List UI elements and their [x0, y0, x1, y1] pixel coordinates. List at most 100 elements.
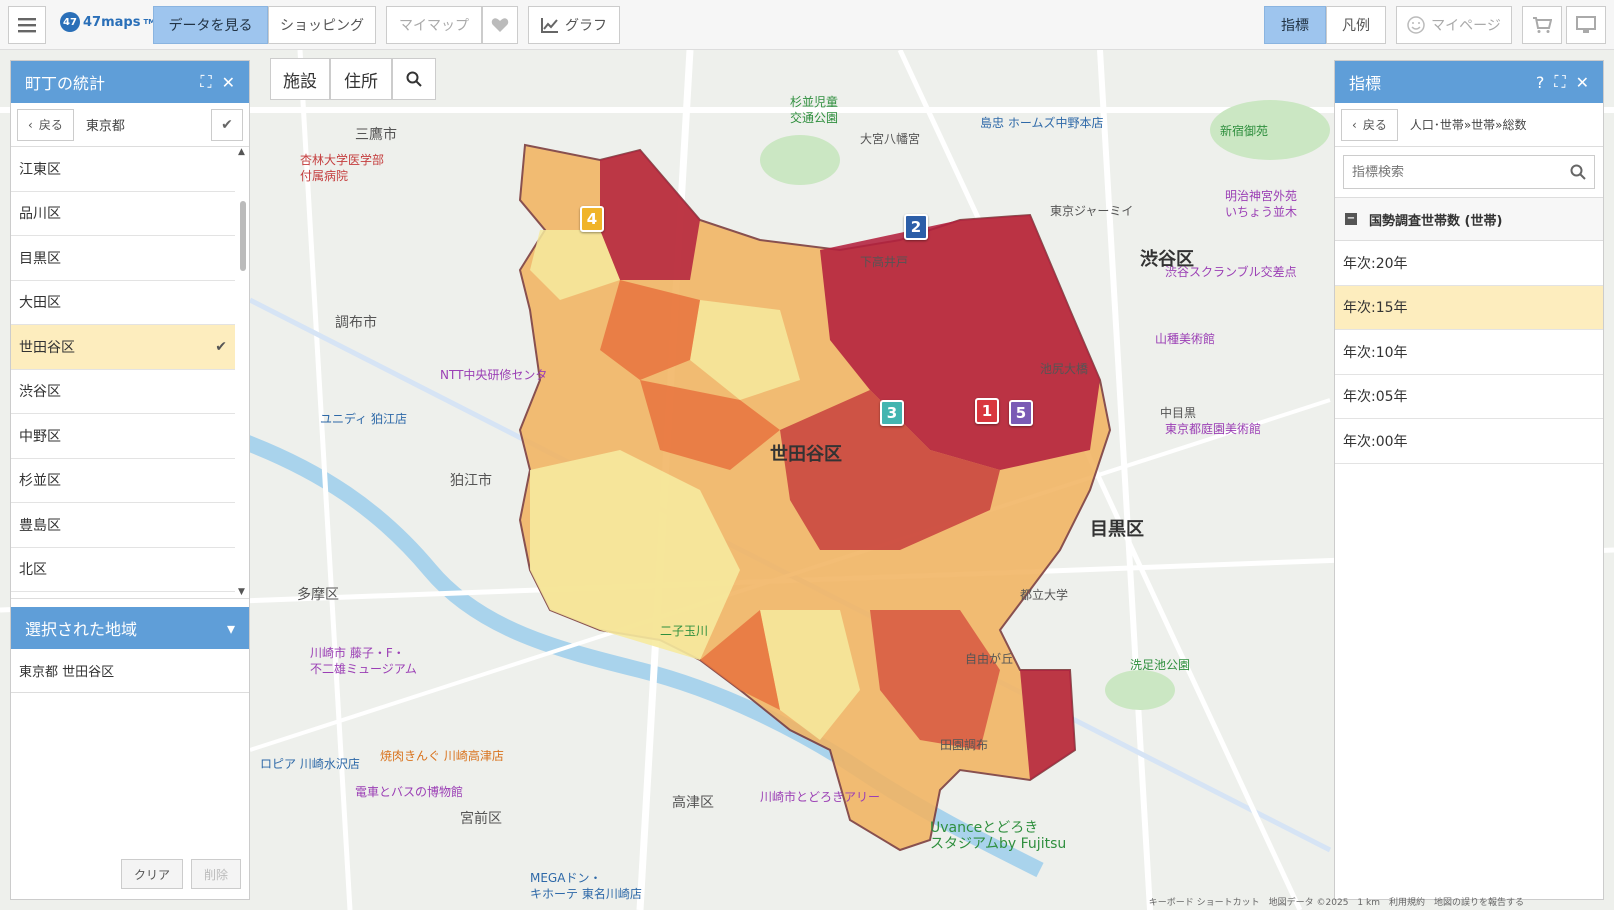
ward-list-item[interactable]: 目黒区 — [11, 236, 235, 281]
ward-list-item[interactable]: 豊島区 — [11, 503, 235, 548]
ward-list-item[interactable]: 大田区 — [11, 281, 235, 325]
label-mega: MEGAドン・ キホーテ 東名川崎店 — [530, 871, 642, 901]
ward-list-item[interactable]: 渋谷区 — [11, 370, 235, 414]
ward-list-item[interactable]: 品川区 — [11, 192, 235, 236]
ward-label: 品川区 — [19, 206, 61, 223]
label-toritsudaigaku: 都立大学 — [1020, 588, 1069, 602]
tab-view-data[interactable]: データを見る — [153, 6, 268, 44]
expand-icon[interactable]: ⛶ — [200, 72, 211, 92]
ward-label: 江東区 — [19, 161, 61, 178]
label-chofu: 調布市 — [335, 315, 377, 331]
selected-regions-title: 選択された地域 — [25, 620, 138, 639]
label-scramble: 渋谷スクランブル交差点 — [1165, 265, 1297, 279]
ward-list-item[interactable]: 江東区 — [11, 147, 235, 192]
label-yakiniku: 焼肉きんぐ 川崎高津店 — [380, 749, 504, 763]
label-suginami: 杉並児童 交通公園 — [790, 95, 839, 125]
graph-button[interactable]: グラフ — [528, 6, 620, 44]
indicator-year-item[interactable]: 年次:10年 — [1335, 330, 1603, 375]
label-ntt: NTT中央研修センタ — [440, 368, 548, 382]
indicator-panel: 指標 ? ⛶ ✕ ‹ 戻る 人口･世帯»世帯»総数 − 国勢調査世帯数 (世帯)… — [1334, 60, 1604, 900]
chevron-left-icon: ‹ — [28, 117, 33, 132]
label-fujiko: 川崎市 藤子・F・ 不二雄ミュージアム — [310, 646, 417, 676]
left-breadcrumb: 東京都 — [85, 119, 125, 134]
site-logo[interactable]: 47 47maps TM — [60, 12, 155, 32]
scroll-thumb[interactable] — [240, 201, 246, 271]
ward-list-item[interactable]: 世田谷区 ✔ — [11, 325, 235, 370]
ward-list[interactable]: 江東区品川区目黒区大田区世田谷区 ✔ 渋谷区中野区杉並区豊島区北区 ▲ ▼ — [11, 147, 249, 599]
label-yamatane: 山種美術館 — [1155, 332, 1216, 346]
map-search-icon[interactable] — [392, 58, 436, 100]
logo-text: 47maps — [83, 14, 141, 30]
hamburger-menu-icon[interactable] — [8, 6, 46, 44]
right-back-button[interactable]: ‹ 戻る — [1341, 108, 1398, 141]
back-label: 戻る — [38, 118, 63, 132]
label-kyorin: 杏林大学医学部 付属病院 — [300, 153, 385, 183]
delete-button[interactable]: 削除 — [190, 859, 241, 889]
indicator-group-label: 国勢調査世帯数 (世帯) — [1369, 213, 1503, 229]
ward-label: 大田区 — [19, 295, 61, 312]
scroll-down-icon[interactable]: ▼ — [238, 587, 245, 597]
label-teien: 東京都庭園美術館 — [1165, 422, 1262, 436]
ward-label: 中野区 — [19, 428, 61, 445]
ranking-marker-4[interactable]: 4 — [580, 206, 604, 232]
label-meijijingu: 明治神宮外苑 いちょう並木 — [1225, 189, 1298, 219]
back-label: 戻る — [1362, 118, 1387, 132]
map-attribution[interactable]: キーボード ショートカット 地図データ ©2025 1 km 利用規約 地図の誤… — [1149, 895, 1524, 908]
label-denshabus: 電車とバスの博物館 — [355, 785, 464, 799]
label-denenchofu: 田園調布 — [940, 738, 989, 752]
scroll-up-icon[interactable]: ▲ — [238, 147, 245, 157]
left-back-button[interactable]: ‹ 戻る — [17, 108, 74, 141]
ranking-marker-2[interactable]: 2 — [904, 214, 928, 240]
indicator-year-item[interactable]: 年次:15年 — [1335, 285, 1603, 330]
confirm-check-icon[interactable]: ✔ — [211, 108, 243, 141]
legend-toggle[interactable]: 凡例 — [1326, 6, 1386, 44]
ward-list-scrollbar[interactable]: ▲ ▼ — [237, 147, 247, 597]
label-todoroki: 川崎市とどろきアリー — [760, 790, 881, 804]
address-search-button[interactable]: 住所 — [330, 58, 392, 100]
ward-label: 世田谷区 — [19, 339, 75, 356]
expand-icon[interactable]: ⛶ — [1554, 72, 1565, 92]
mymap-button[interactable]: マイマップ — [386, 6, 482, 44]
graph-label: グラフ — [565, 18, 607, 34]
cart-icon[interactable] — [1522, 6, 1562, 44]
ward-label: 豊島区 — [19, 517, 61, 534]
close-icon[interactable]: ✕ — [1576, 73, 1589, 92]
label-shimotakaido: 下高井戸 — [860, 255, 909, 269]
help-icon[interactable]: ? — [1536, 73, 1545, 92]
ward-list-item[interactable]: 中野区 — [11, 414, 235, 459]
clear-button[interactable]: クリア — [120, 859, 183, 889]
tab-shopping[interactable]: ショッピング — [268, 6, 376, 44]
town-stats-header: 町丁の統計 ⛶ ✕ — [11, 61, 249, 103]
heart-icon[interactable] — [482, 6, 518, 44]
indicator-year-item[interactable]: 年次:05年 — [1335, 375, 1603, 419]
ranking-marker-1[interactable]: 1 — [975, 398, 999, 424]
ward-label: 北区 — [19, 562, 47, 579]
ranking-marker-3[interactable]: 3 — [880, 400, 904, 426]
chart-icon — [541, 18, 558, 33]
selected-check-icon: ✔ — [215, 338, 227, 355]
ward-list-item[interactable]: 北区 — [11, 548, 235, 592]
ranking-marker-5[interactable]: 5 — [1009, 400, 1033, 426]
top-bar: 47 47maps TM データを見る ショッピング マイマップ グラフ 指標 凡… — [0, 0, 1614, 50]
display-icon[interactable] — [1566, 6, 1606, 44]
search-icon[interactable] — [1570, 164, 1586, 180]
indicator-year-item[interactable]: 年次:20年 — [1335, 241, 1603, 286]
indicator-search[interactable] — [1343, 155, 1595, 189]
indicator-search-input[interactable] — [1352, 164, 1570, 180]
selected-regions-header[interactable]: 選択された地域 ▾ — [11, 607, 249, 649]
mypage-button[interactable]: マイページ — [1396, 6, 1512, 44]
label-komae: 狛江市 — [450, 473, 492, 489]
indicator-toggle[interactable]: 指標 — [1264, 6, 1326, 44]
indicator-group[interactable]: − 国勢調査世帯数 (世帯) — [1335, 197, 1603, 241]
label-unidy: ユニディ 狛江店 — [320, 412, 407, 426]
ward-list-item[interactable]: 杉並区 — [11, 459, 235, 503]
label-futakotamagawa: 二子玉川 — [660, 624, 709, 638]
smiley-icon — [1407, 16, 1425, 34]
facility-search-button[interactable]: 施設 — [270, 58, 330, 100]
label-omiya: 大宮八幡宮 — [860, 132, 921, 146]
collapse-minus-icon[interactable]: − — [1345, 213, 1357, 225]
close-icon[interactable]: ✕ — [222, 73, 235, 92]
indicator-year-item[interactable]: 年次:00年 — [1335, 419, 1603, 464]
caret-down-icon[interactable]: ▾ — [227, 619, 235, 638]
selected-region-item[interactable]: 東京都 世田谷区 — [11, 649, 249, 693]
